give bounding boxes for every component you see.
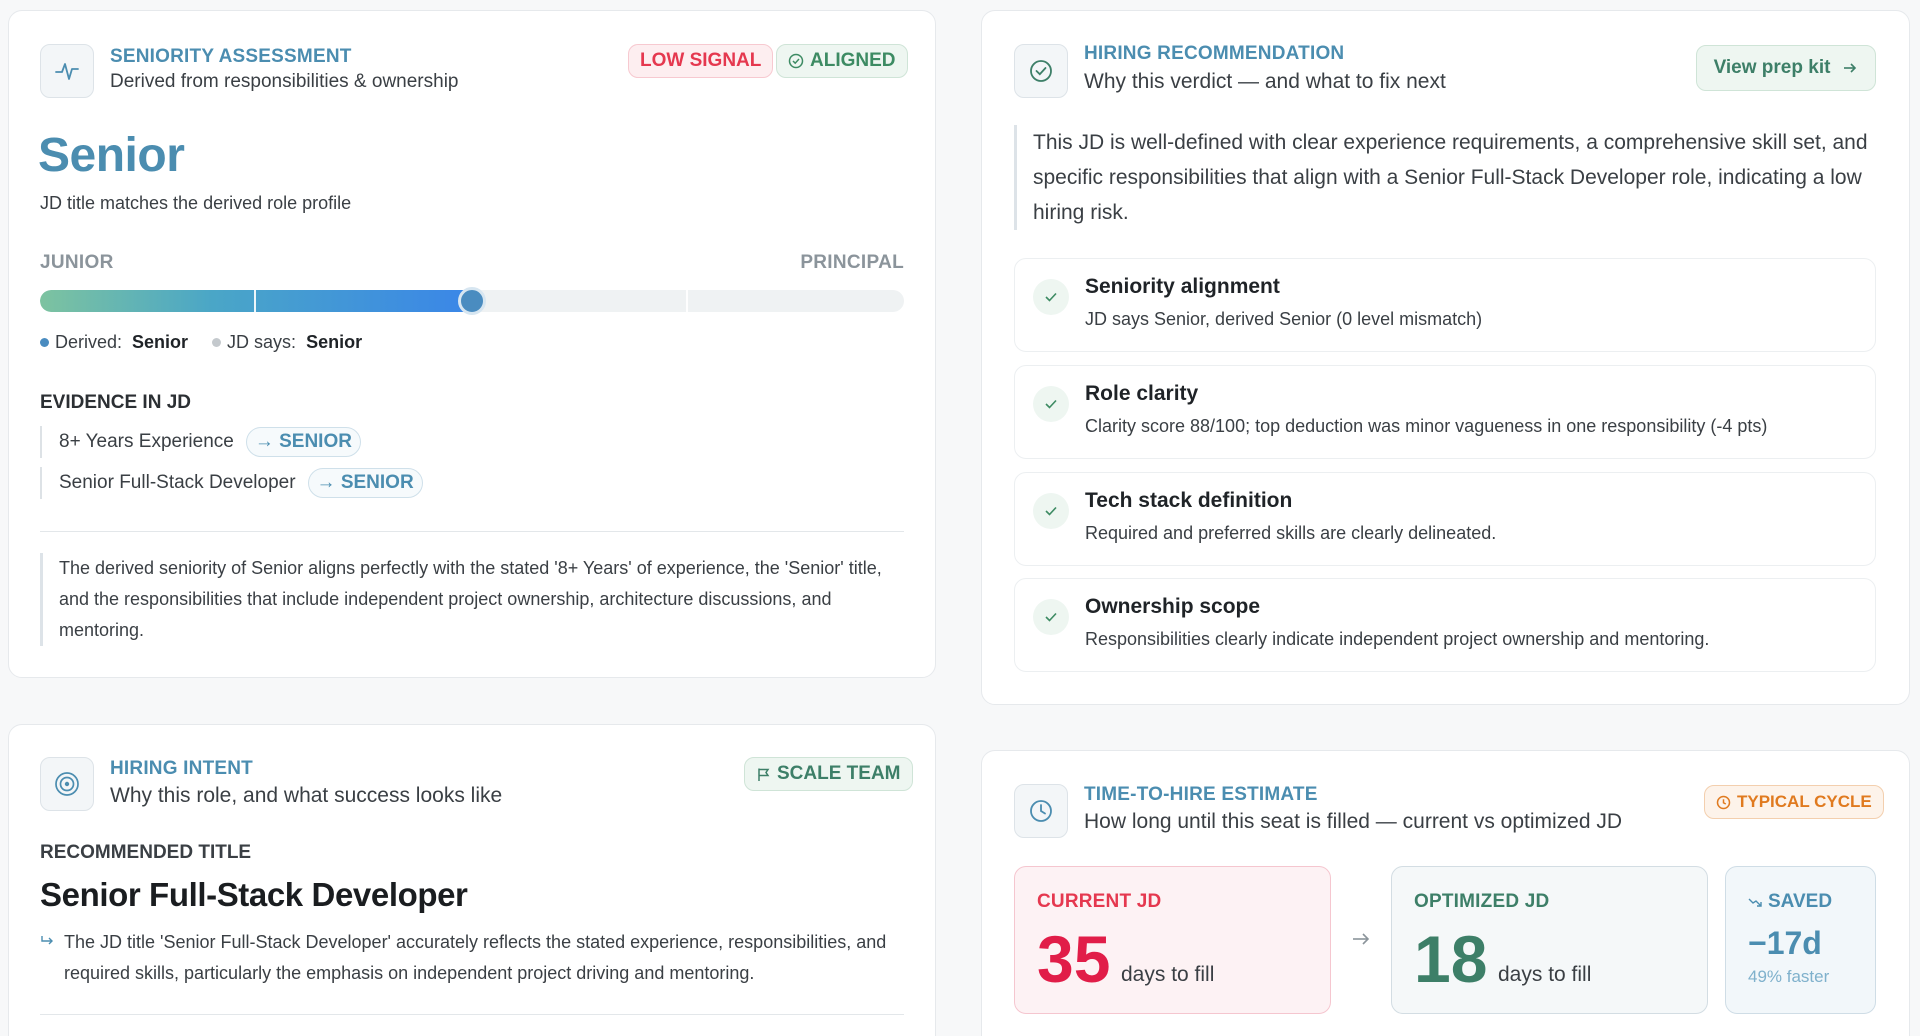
clock-icon — [1030, 800, 1052, 822]
check-item-ownership-scope: Ownership scope Responsibilities clearly… — [1014, 578, 1876, 672]
check-icon — [1045, 506, 1057, 516]
recommendation-summary: This JD is well-defined with clear exper… — [1014, 125, 1880, 230]
check-item-tech-stack: Tech stack definition Required and prefe… — [1014, 472, 1876, 566]
current-jd-value: 35 — [1037, 922, 1111, 996]
recommended-title-label: RECOMMENDED TITLE — [40, 842, 252, 863]
aligned-label: ALIGNED — [810, 50, 896, 71]
check-desc: Required and preferred skills are clearl… — [1085, 523, 1497, 543]
recommendation-subtitle: Why this verdict — and what to fix next — [1084, 70, 1446, 93]
time-eyebrow: TIME-TO-HIRE ESTIMATE — [1084, 784, 1318, 805]
scale-segment-divider — [254, 290, 256, 312]
evidence-tag: → SENIOR — [245, 427, 361, 457]
check-title: Role clarity — [1085, 382, 1199, 405]
recommendation-icon-box — [1014, 44, 1068, 98]
current-jd-box: CURRENT JD 35 days to fill — [1014, 866, 1331, 1014]
check-circle — [1033, 599, 1069, 635]
check-item-seniority-alignment: Seniority alignment JD says Senior, deri… — [1014, 258, 1876, 352]
derived-label: Derived: — [55, 332, 123, 352]
scale-min-label: JUNIOR — [40, 252, 114, 273]
check-icon — [1045, 612, 1057, 622]
view-prep-kit-button[interactable]: View prep kit — [1696, 45, 1876, 91]
check-desc: Clarity score 88/100; top deduction was … — [1085, 416, 1768, 436]
saved-note: 49% faster — [1748, 967, 1830, 986]
check-circle — [1033, 493, 1069, 529]
current-jd-label: CURRENT JD — [1037, 891, 1162, 912]
evidence-text: Senior Full-Stack Developer — [59, 472, 296, 493]
saved-value: −17d — [1748, 925, 1822, 961]
check-circle — [1033, 386, 1069, 422]
evidence-item: 8+ Years Experience → SENIOR — [40, 426, 361, 458]
evidence-text: 8+ Years Experience — [59, 431, 234, 452]
scale-segment-divider — [686, 290, 688, 312]
typical-cycle-badge: TYPICAL CYCLE — [1704, 785, 1884, 819]
intent-eyebrow: HIRING INTENT — [110, 758, 253, 779]
flag-icon — [758, 768, 770, 781]
arrow-right-icon — [1353, 933, 1370, 945]
seniority-eyebrow: SENIORITY ASSESSMENT — [110, 46, 352, 67]
jd-value: Senior — [306, 332, 363, 352]
clock-small-icon — [1716, 795, 1731, 809]
seniority-summary: The derived seniority of Senior aligns p… — [40, 553, 910, 646]
recommendation-eyebrow: HIRING RECOMMENDATION — [1084, 43, 1345, 64]
derived-legend: Derived: Senior JD says: Senior — [40, 332, 362, 353]
seniority-level-note: JD title matches the derived role profil… — [40, 193, 352, 213]
intent-icon-box — [40, 757, 94, 811]
derived-value: Senior — [132, 332, 189, 352]
intent-note: The JD title 'Senior Full-Stack Develope… — [40, 927, 910, 989]
evidence-item: Senior Full-Stack Developer → SENIOR — [40, 467, 423, 499]
seniority-subtitle: Derived from responsibilities & ownershi… — [110, 71, 459, 92]
optimized-jd-unit: days to fill — [1498, 963, 1592, 986]
check-circle-icon — [788, 53, 804, 69]
trend-down-icon — [1748, 898, 1762, 907]
check-circle — [1033, 279, 1069, 315]
seniority-scale-knob — [458, 287, 486, 315]
current-jd-unit: days to fill — [1121, 963, 1215, 986]
seniority-level: Senior — [38, 129, 185, 182]
check-title: Ownership scope — [1085, 595, 1261, 618]
check-title: Seniority alignment — [1085, 275, 1280, 298]
arrow-right-icon — [1844, 63, 1857, 73]
check-item-role-clarity: Role clarity Clarity score 88/100; top d… — [1014, 365, 1876, 459]
intent-note-text: The JD title 'Senior Full-Stack Develope… — [64, 932, 887, 983]
saved-box: SAVED −17d 49% faster — [1725, 866, 1876, 1014]
aligned-badge: ALIGNED — [776, 44, 908, 78]
evidence-tag: → SENIOR — [307, 468, 423, 498]
scale-team-label: SCALE TEAM — [777, 763, 901, 784]
check-desc: JD says Senior, derived Senior (0 level … — [1085, 309, 1483, 329]
check-desc: Responsibilities clearly indicate indepe… — [1085, 629, 1710, 649]
derived-dot — [40, 338, 49, 347]
arrow-turn-icon — [41, 936, 53, 945]
typical-cycle-label: TYPICAL CYCLE — [1737, 792, 1872, 811]
target-icon — [55, 772, 79, 796]
divider — [40, 1014, 904, 1015]
saved-label: SAVED — [1768, 891, 1833, 912]
optimized-jd-label: OPTIMIZED JD — [1414, 891, 1550, 912]
time-subtitle: How long until this seat is filled — cur… — [1084, 810, 1623, 833]
scale-max-label: PRINCIPAL — [800, 252, 904, 273]
check-icon — [1045, 399, 1057, 409]
divider — [40, 531, 904, 532]
pulse-icon — [55, 63, 79, 80]
check-title: Tech stack definition — [1085, 489, 1293, 512]
seniority-icon-box — [40, 44, 94, 98]
optimized-jd-value: 18 — [1414, 922, 1488, 996]
jd-dot — [212, 338, 222, 347]
evidence-heading: EVIDENCE IN JD — [40, 392, 191, 413]
check-icon — [1045, 292, 1057, 302]
low-signal-label: LOW SIGNAL — [640, 50, 762, 71]
time-icon-box — [1014, 784, 1068, 838]
seniority-scale-fill — [40, 290, 472, 312]
badge-check-icon — [1030, 60, 1052, 82]
jd-label: JD says: — [227, 332, 297, 352]
intent-subtitle: Why this role, and what success looks li… — [110, 784, 503, 807]
view-prep-kit-label: View prep kit — [1713, 57, 1831, 78]
saved-header: SAVED — [1748, 891, 1832, 913]
low-signal-badge: LOW SIGNAL — [628, 44, 774, 78]
optimized-jd-box: OPTIMIZED JD 18 days to fill — [1391, 866, 1708, 1014]
scale-team-badge: SCALE TEAM — [744, 757, 913, 791]
recommended-title: Senior Full-Stack Developer — [40, 876, 468, 913]
